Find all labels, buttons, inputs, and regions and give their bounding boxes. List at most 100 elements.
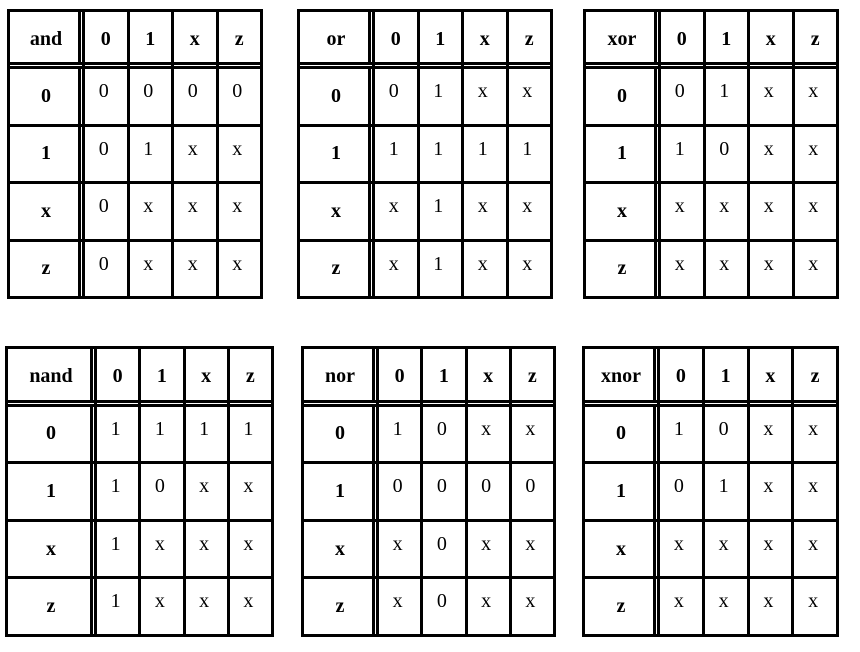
column-header: 1 (419, 12, 461, 67)
result-cell: x (467, 521, 509, 577)
result-cell: 1 (185, 406, 227, 462)
result-cell: x (750, 184, 792, 239)
result-cell: 0 (660, 464, 702, 519)
row-header: 1 (8, 464, 94, 519)
result-cell: 0 (705, 126, 747, 182)
result-cell: 1 (379, 406, 421, 462)
result-cell: x (508, 241, 550, 296)
column-header: x (750, 12, 792, 67)
row-header: x (586, 184, 658, 239)
column-header: x (464, 12, 506, 67)
result-cell: x (174, 241, 216, 296)
result-cell: x (379, 579, 421, 634)
result-cell: x (508, 184, 550, 239)
result-cell: 1 (375, 126, 417, 182)
truth-table-nor: nor 0 1 x z 0 1 0 x x 1 0 0 0 0 x x 0 x x z x 0 x x (301, 346, 556, 637)
result-cell: x (704, 579, 747, 634)
result-cell: 0 (423, 579, 465, 634)
row-header: 0 (300, 69, 372, 124)
result-cell: x (794, 464, 836, 519)
row-header: z (8, 579, 94, 634)
result-cell: x (511, 579, 553, 634)
result-cell: x (661, 184, 703, 239)
result-cell: x (467, 579, 509, 634)
result-cell: x (375, 241, 417, 296)
result-cell: x (705, 241, 747, 296)
row-header: x (10, 184, 82, 239)
result-cell: 1 (464, 126, 506, 182)
result-cell: 0 (423, 464, 465, 519)
result-cell: x (749, 406, 792, 462)
row-header: 1 (10, 126, 82, 182)
result-cell: x (704, 521, 747, 577)
result-cell: 0 (375, 69, 417, 124)
result-cell: x (174, 184, 216, 239)
column-header: 1 (423, 349, 465, 404)
result-cell: x (174, 126, 216, 182)
row-header: z (304, 579, 376, 634)
column-header: x (749, 349, 792, 404)
row-header: z (586, 241, 658, 296)
result-cell: 0 (379, 464, 421, 519)
result-cell: 1 (705, 69, 747, 124)
result-cell: x (464, 184, 506, 239)
result-cell: 1 (129, 126, 171, 182)
result-cell: 1 (229, 406, 271, 462)
row-header: x (8, 521, 94, 577)
column-header: 0 (661, 12, 703, 67)
column-header: 0 (375, 12, 417, 67)
result-cell: 0 (511, 464, 553, 519)
result-cell: x (794, 69, 836, 124)
column-header: 1 (705, 12, 747, 67)
result-cell: x (750, 126, 792, 182)
result-cell: x (508, 69, 550, 124)
row-header: 0 (586, 69, 658, 124)
result-cell: 0 (85, 241, 127, 296)
result-cell: 1 (97, 406, 139, 462)
column-header: z (508, 12, 550, 67)
column-header: z (794, 349, 836, 404)
row-header: 1 (585, 464, 657, 519)
result-cell: x (229, 579, 271, 634)
result-cell: x (750, 69, 792, 124)
column-header: z (218, 12, 260, 67)
result-cell: x (218, 184, 260, 239)
column-header: x (467, 349, 509, 404)
row-header: 0 (304, 406, 376, 462)
result-cell: 1 (419, 184, 461, 239)
row-header: z (10, 241, 82, 296)
result-cell: 1 (660, 406, 702, 462)
result-cell: x (464, 241, 506, 296)
result-cell: x (218, 241, 260, 296)
row-header: 1 (300, 126, 372, 182)
column-header: 0 (660, 349, 702, 404)
result-cell: x (794, 126, 836, 182)
result-cell: 0 (467, 464, 509, 519)
result-cell: x (661, 241, 703, 296)
result-cell: x (141, 579, 183, 634)
result-cell: x (794, 241, 836, 296)
result-cell: 0 (704, 406, 747, 462)
result-cell: x (794, 521, 836, 577)
operator-label: xnor (585, 349, 657, 404)
column-header: 1 (129, 12, 171, 67)
result-cell: x (185, 464, 227, 519)
result-cell: 1 (508, 126, 550, 182)
result-cell: x (229, 464, 271, 519)
row-header: 0 (585, 406, 657, 462)
result-cell: x (749, 464, 792, 519)
result-cell: 0 (129, 69, 171, 124)
result-cell: x (229, 521, 271, 577)
column-header: x (174, 12, 216, 67)
result-cell: 0 (423, 521, 465, 577)
result-cell: x (794, 184, 836, 239)
truth-table-xnor: xnor 0 1 x z 0 1 0 x x 1 0 1 x x x x x x x z x x x x (582, 346, 839, 637)
result-cell: x (141, 521, 183, 577)
result-cell: 1 (419, 126, 461, 182)
result-cell: x (749, 521, 792, 577)
truth-table-or: or 0 1 x z 0 0 1 x x 1 1 1 1 1 x x 1 x x z x 1 x x (297, 9, 553, 299)
column-header: 0 (97, 349, 139, 404)
result-cell: 1 (661, 126, 703, 182)
result-cell: x (379, 521, 421, 577)
truth-table-and: and 0 1 x z 0 0 0 0 0 1 0 1 x x x 0 x x x z 0 x x x (7, 9, 263, 299)
